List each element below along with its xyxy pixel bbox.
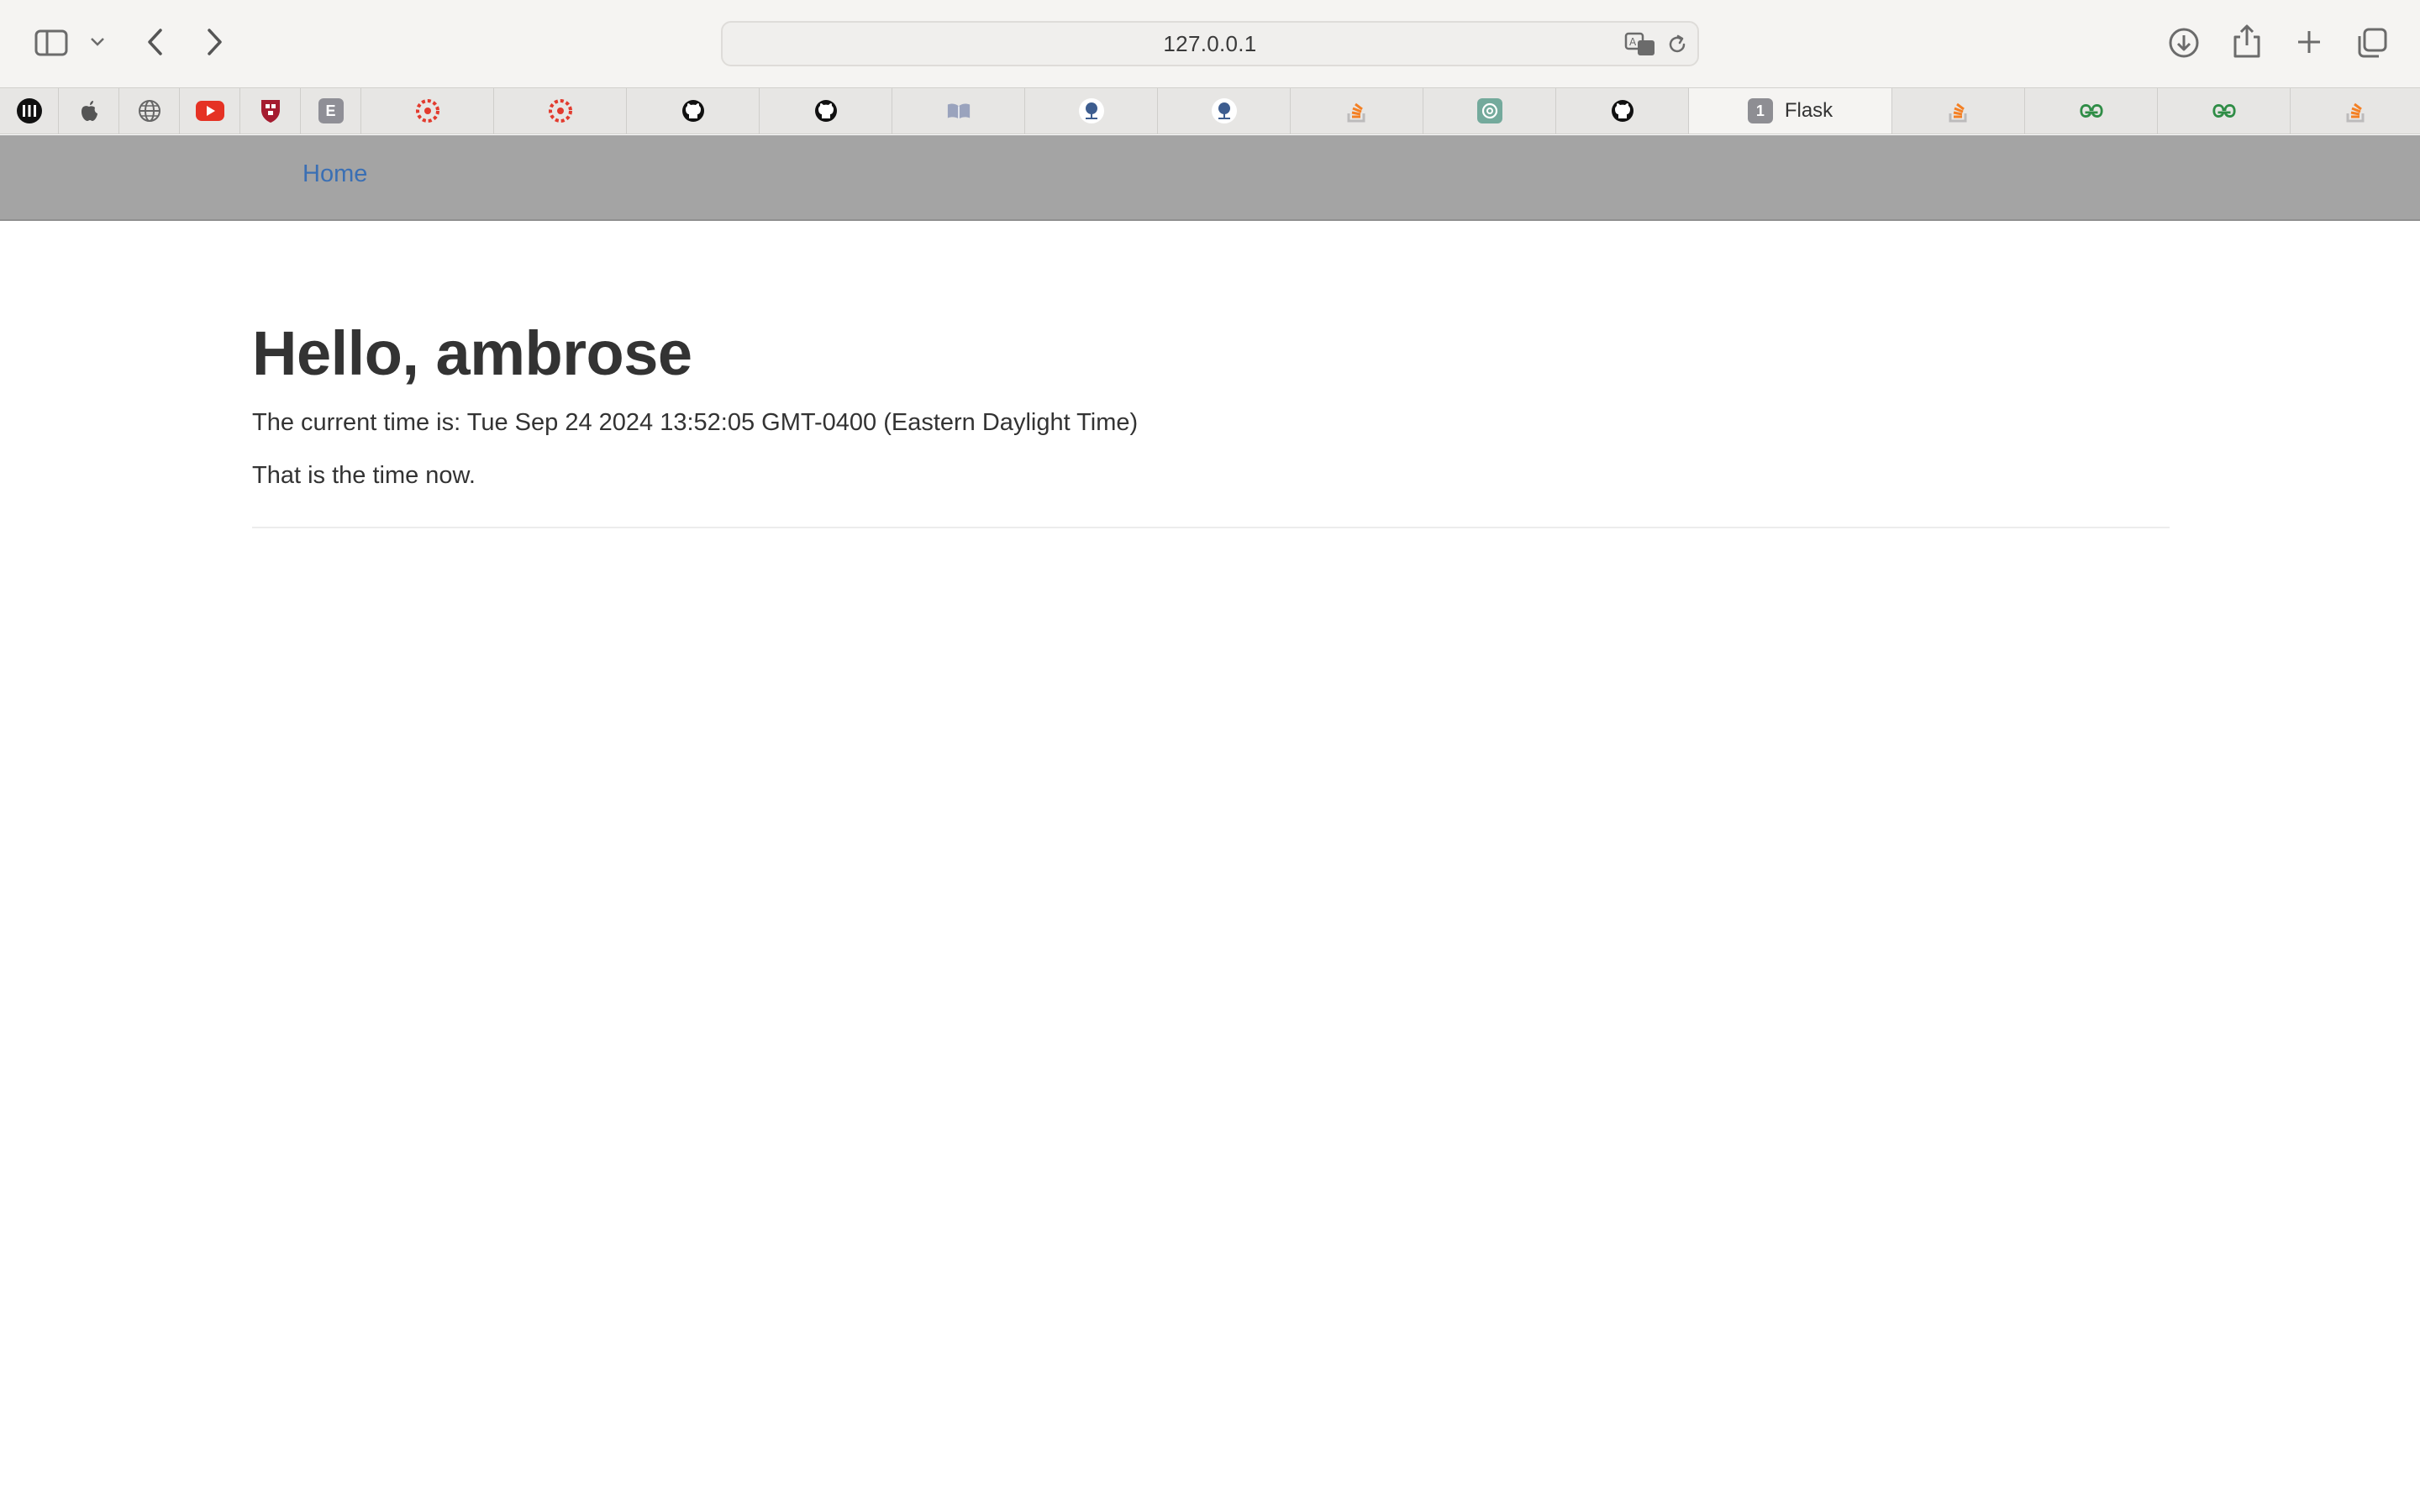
canvas-icon	[415, 98, 440, 123]
nav-home-link[interactable]: Home	[302, 160, 367, 188]
forward-button[interactable]	[198, 24, 232, 60]
tab-pinned[interactable]	[0, 88, 59, 134]
tree-seal-icon	[1211, 98, 1237, 123]
tab-pinned[interactable]	[59, 88, 119, 134]
tab-pinned[interactable]	[180, 88, 240, 134]
chevron-right-icon	[208, 29, 222, 55]
tree-seal-icon	[1078, 98, 1104, 123]
youtube-icon	[195, 101, 224, 121]
chatgpt-icon	[1476, 98, 1502, 123]
tab-overview-icon	[2358, 28, 2387, 58]
tab[interactable]	[1423, 88, 1556, 134]
tab[interactable]	[361, 88, 494, 134]
tab-flask-active[interactable]: 1 Flask	[1689, 88, 1892, 134]
harvard-shield-icon	[258, 98, 283, 123]
chevron-down-icon	[91, 38, 104, 46]
horizontal-divider	[252, 527, 2170, 529]
reload-button[interactable]	[1664, 32, 1691, 57]
tab[interactable]	[1025, 88, 1158, 134]
github-icon	[1610, 98, 1635, 123]
e-letter-icon: E	[318, 98, 344, 123]
sidebar-menu-button[interactable]	[87, 32, 108, 52]
translate-button[interactable]: A	[1623, 30, 1659, 59]
reload-icon	[1669, 34, 1686, 53]
time-note-text: That is the time now.	[252, 462, 476, 490]
apple-icon	[76, 98, 102, 123]
tab[interactable]	[1158, 88, 1291, 134]
tab[interactable]	[627, 88, 760, 134]
share-icon	[2233, 24, 2260, 58]
canvas-icon	[548, 98, 573, 123]
tab[interactable]	[1892, 88, 2025, 134]
back-button[interactable]	[138, 24, 171, 60]
sidebar-toggle-button[interactable]	[32, 25, 71, 60]
tab-badge-icon: 1	[1747, 98, 1773, 123]
book-icon	[946, 98, 971, 123]
geeksforgeeks-icon	[2212, 98, 2237, 123]
tab-pinned[interactable]	[240, 88, 301, 134]
pause-icon	[16, 98, 42, 123]
site-navbar: Home	[0, 135, 2420, 221]
address-bar[interactable]: 127.0.0.1 A	[721, 21, 1699, 66]
plus-icon	[2298, 31, 2320, 53]
github-icon	[813, 98, 839, 123]
share-button[interactable]	[2230, 22, 2264, 60]
tab-strip: E 1 Flask	[0, 87, 2420, 134]
tab[interactable]	[2025, 88, 2158, 134]
globe-icon	[137, 98, 162, 123]
translate-icon: A	[1624, 32, 1655, 55]
tab-overview-button[interactable]	[2354, 25, 2390, 60]
svg-text:A: A	[1629, 36, 1637, 48]
stackoverflow-icon	[2344, 98, 2369, 123]
tab-pinned[interactable]: E	[301, 88, 361, 134]
browser-toolbar: 127.0.0.1 A	[0, 0, 2420, 87]
github-icon	[681, 98, 706, 123]
tab[interactable]	[1291, 88, 1423, 134]
geeksforgeeks-icon	[2079, 98, 2104, 123]
tab-label: Flask	[1784, 99, 1833, 122]
downloads-button[interactable]	[2166, 25, 2202, 60]
tab-pinned[interactable]	[119, 88, 180, 134]
page-content: Hello, ambrose The current time is: Tue …	[252, 318, 2170, 529]
url-text: 127.0.0.1	[1163, 30, 1257, 56]
stackoverflow-icon	[1344, 98, 1370, 123]
sidebar-icon	[34, 29, 68, 56]
tab[interactable]	[2158, 88, 2291, 134]
tab[interactable]	[760, 88, 892, 134]
tab[interactable]	[2291, 88, 2420, 134]
download-icon	[2169, 28, 2199, 58]
tab[interactable]	[1556, 88, 1689, 134]
tab[interactable]	[892, 88, 1025, 134]
new-tab-button[interactable]	[2292, 25, 2326, 59]
page-title: Hello, ambrose	[252, 318, 692, 388]
chevron-left-icon	[148, 29, 162, 55]
stackoverflow-icon	[1946, 98, 1971, 123]
tab[interactable]	[494, 88, 627, 134]
current-time-text: The current time is: Tue Sep 24 2024 13:…	[252, 409, 1139, 437]
